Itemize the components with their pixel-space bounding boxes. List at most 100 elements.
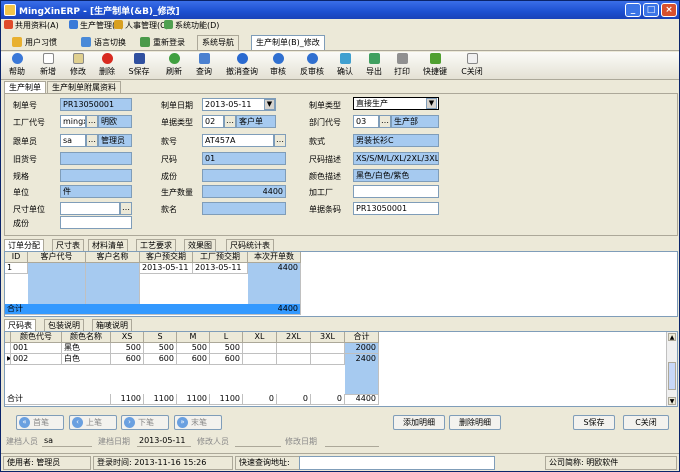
grid2-cell-2xl[interactable] bbox=[277, 343, 311, 354]
tab-process-req[interactable]: 工艺要求 bbox=[136, 239, 176, 251]
tab-packing[interactable]: 包装说明 bbox=[44, 319, 84, 331]
order-no-field[interactable]: PR13050001 bbox=[60, 98, 132, 111]
scroll-thumb[interactable] bbox=[668, 362, 676, 390]
factory-code-field[interactable]: mingxin bbox=[60, 115, 86, 128]
scroll-down-icon[interactable]: ▼ bbox=[668, 397, 676, 405]
shortcut-button[interactable]: 快捷键 bbox=[420, 53, 450, 79]
cancel-query-button[interactable]: 撤消查询 bbox=[223, 53, 261, 79]
grid2-cell-xs[interactable]: 500 bbox=[111, 343, 144, 354]
unit-field[interactable]: 件 bbox=[60, 185, 132, 198]
delete-detail-button[interactable]: 删除明细 bbox=[449, 415, 501, 430]
grid2-cell-total[interactable]: 2000 bbox=[345, 343, 379, 354]
grid2-cell-xs[interactable]: 600 bbox=[111, 354, 144, 365]
menu-hr[interactable]: 人事管理(C) bbox=[114, 20, 169, 31]
follower-lookup[interactable]: … bbox=[86, 134, 98, 147]
spec-field[interactable] bbox=[60, 169, 132, 182]
old-no-field[interactable] bbox=[60, 152, 132, 165]
edit-button[interactable]: 修改 bbox=[67, 53, 89, 79]
dept-lookup[interactable]: … bbox=[379, 115, 391, 128]
close-button[interactable]: × bbox=[661, 3, 677, 17]
menu-common[interactable]: 共用资料(A) bbox=[4, 20, 59, 31]
first-record-button[interactable]: «首笔 bbox=[16, 415, 64, 430]
export-button[interactable]: 导出 bbox=[363, 53, 385, 79]
grid2-cell-l[interactable]: 600 bbox=[210, 354, 243, 365]
grid2-cell-color-name[interactable]: 黑色 bbox=[62, 343, 111, 354]
last-record-button[interactable]: » 末笔 bbox=[174, 415, 222, 430]
menu-system[interactable]: 系统功能(D) bbox=[164, 20, 219, 31]
grid2-cell-xl[interactable] bbox=[243, 354, 277, 365]
dept-code-field[interactable]: 03 bbox=[353, 115, 379, 128]
grid2-cell-color-code[interactable]: 001 bbox=[11, 343, 62, 354]
next-record-button[interactable]: › 下笔 bbox=[121, 415, 169, 430]
style-no-lookup[interactable]: … bbox=[274, 134, 286, 147]
tab-size-stats[interactable]: 尺码统计表 bbox=[226, 239, 274, 251]
table-row[interactable]: 001 黑色 500 500 500 500 2000 bbox=[5, 343, 677, 354]
tab-size-chart[interactable]: 尺寸表 bbox=[52, 239, 84, 251]
material-field[interactable] bbox=[202, 169, 286, 182]
grid2-cell-m[interactable]: 500 bbox=[177, 343, 210, 354]
unapprove-button[interactable]: 反审核 bbox=[298, 53, 326, 79]
barcode-field[interactable]: PR13050001 bbox=[353, 202, 439, 215]
date-dropdown-icon[interactable]: ▼ bbox=[264, 99, 275, 110]
style-name-field[interactable] bbox=[202, 202, 286, 215]
size-field[interactable]: 01 bbox=[202, 152, 286, 165]
follower-code-field[interactable]: sa bbox=[60, 134, 86, 147]
factory-code-lookup[interactable]: … bbox=[86, 115, 98, 128]
grid2-cell-s[interactable]: 500 bbox=[144, 343, 177, 354]
grid2-cell-3xl[interactable] bbox=[311, 354, 345, 365]
grid2-cell-s[interactable]: 600 bbox=[144, 354, 177, 365]
grid2-cell-3xl[interactable] bbox=[311, 343, 345, 354]
help-button[interactable]: 帮助 bbox=[6, 53, 28, 79]
doc-type-lookup[interactable]: … bbox=[224, 115, 236, 128]
grid1-cell-cust-name[interactable] bbox=[86, 263, 140, 307]
composition-field[interactable] bbox=[60, 216, 132, 229]
approve-button[interactable]: 审核 bbox=[267, 53, 289, 79]
prev-record-button[interactable]: ‹ 上笔 bbox=[69, 415, 117, 430]
save-toolbar-button[interactable]: S保存 bbox=[125, 53, 153, 79]
doc-type-code-field[interactable]: 02 bbox=[202, 115, 224, 128]
grid2-cell-color-code[interactable]: 002 bbox=[11, 354, 62, 365]
tab-order-allocation[interactable]: 订单分配 bbox=[4, 239, 44, 251]
save-button[interactable]: S保存 bbox=[573, 415, 615, 430]
size-desc-field[interactable]: XS/S/M/L/XL/2XL/3XL bbox=[353, 152, 439, 165]
grid1-cell-cust-code[interactable] bbox=[28, 263, 86, 307]
maximize-button[interactable]: □ bbox=[643, 3, 659, 17]
query-button[interactable]: 查询 bbox=[193, 53, 215, 79]
add-detail-button[interactable]: 添加明细 bbox=[393, 415, 445, 430]
tab-production-order[interactable]: 生产制单 bbox=[4, 81, 46, 93]
size-unit-lookup[interactable]: … bbox=[120, 202, 132, 215]
close-toolbar-button[interactable]: C关闭 bbox=[458, 53, 486, 79]
grid1-cell-id[interactable]: 1 bbox=[5, 263, 28, 274]
grid1-cell-factory-date[interactable]: 2013-05-11 bbox=[193, 263, 248, 274]
tab-current[interactable]: 生产制单(B)_修改 bbox=[251, 35, 325, 50]
new-button[interactable]: 新增 bbox=[37, 53, 59, 79]
table-row[interactable]: ▶ 002 白色 600 600 600 600 2400 bbox=[5, 354, 677, 395]
grid2-scrollbar[interactable]: ▲ ▼ bbox=[666, 332, 677, 406]
close-form-button[interactable]: C关闭 bbox=[623, 415, 669, 430]
grid2-cell-total[interactable]: 2400 bbox=[345, 354, 379, 395]
confirm-button[interactable]: 确认 bbox=[334, 53, 356, 79]
size-unit-field[interactable] bbox=[60, 202, 120, 215]
color-desc-field[interactable]: 黑色/白色/紫色 bbox=[353, 169, 439, 182]
tab-effect-image[interactable]: 效果图 bbox=[184, 239, 216, 251]
tab-size-table[interactable]: 尺码表 bbox=[4, 319, 36, 331]
lang-button[interactable]: 语言切换 bbox=[76, 35, 131, 50]
grid2-cell-xl[interactable] bbox=[243, 343, 277, 354]
grid2-cell-m[interactable]: 600 bbox=[177, 354, 210, 365]
qty-field[interactable]: 4400 bbox=[202, 185, 286, 198]
tab-nav[interactable]: 系统导航 bbox=[197, 35, 239, 50]
grid1-cell-qty[interactable]: 4400 bbox=[248, 263, 301, 307]
style-no-field[interactable]: AT457A bbox=[202, 134, 274, 147]
order-type-dropdown-icon[interactable]: ▼ bbox=[426, 98, 437, 109]
tab-carton-mark[interactable]: 箱唛说明 bbox=[92, 319, 132, 331]
grid1-cell-cust-date[interactable]: 2013-05-11 bbox=[140, 263, 193, 274]
tab-material-list[interactable]: 材料清单 bbox=[88, 239, 128, 251]
proc-factory-field[interactable] bbox=[353, 185, 439, 198]
print-button[interactable]: 打印 bbox=[391, 53, 413, 79]
style-field[interactable]: 男装长衫C bbox=[353, 134, 439, 147]
tab-production-attached[interactable]: 生产制单附属资料 bbox=[47, 81, 121, 93]
table-row[interactable]: 1 2013-05-11 2013-05-11 4400 bbox=[5, 263, 677, 307]
quick-query-input[interactable] bbox=[299, 456, 495, 470]
relogin-button[interactable]: 重新登录 bbox=[135, 35, 190, 50]
user-pref-button[interactable]: 用户习惯 bbox=[7, 35, 62, 50]
